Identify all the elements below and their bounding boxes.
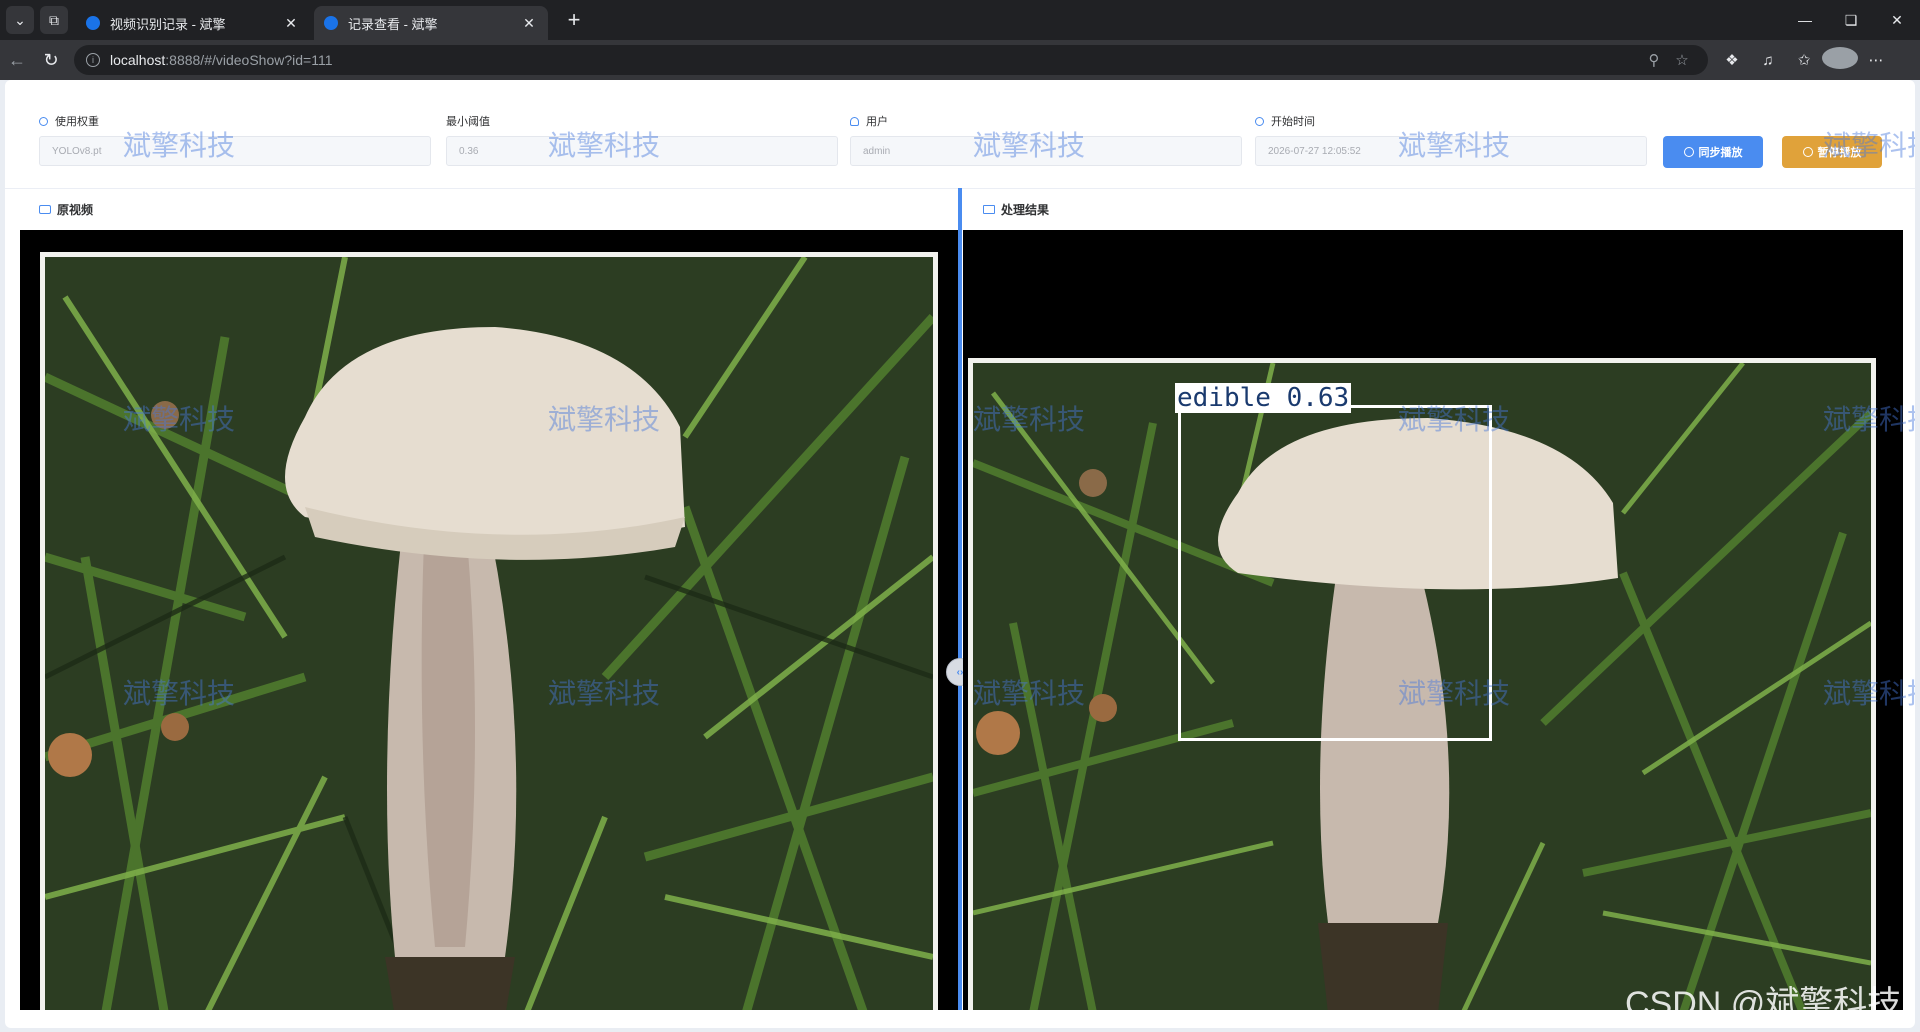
- detection-label: edible 0.63: [1175, 383, 1352, 413]
- bookmark-star-icon[interactable]: ☆: [1668, 51, 1696, 69]
- browser-tools: ❖ ♫ ✩ ⋯: [1714, 47, 1894, 73]
- weight-icon: [39, 116, 48, 126]
- tab-title: 记录查看 - 斌擎: [348, 16, 438, 32]
- result-video-frame: edible 0.63: [968, 358, 1876, 1010]
- threshold-input[interactable]: 0.36: [446, 136, 838, 166]
- original-video-frame: [40, 252, 938, 1010]
- sync-play-button[interactable]: 同步播放: [1663, 136, 1763, 168]
- monitor-icon: [983, 204, 995, 214]
- workspaces-icon[interactable]: ⧉: [40, 6, 68, 34]
- close-tab-icon[interactable]: ✕: [520, 15, 538, 32]
- browser-tab-view[interactable]: 记录查看 - 斌擎 ✕: [314, 6, 548, 40]
- detected-mushroom-image: edible 0.63: [973, 363, 1871, 1010]
- play-circle-icon: [1683, 147, 1694, 157]
- start-time-input[interactable]: 2026-07-27 12:05:52: [1255, 136, 1647, 166]
- result-video-player[interactable]: edible 0.63: [963, 230, 1903, 1010]
- original-video-player[interactable]: [20, 230, 962, 1010]
- browser-tab-bar: ⌄ ⧉ 视频识别记录 - 斌擎 ✕ 记录查看 - 斌擎 ✕ + — ❏ ✕: [0, 0, 1920, 40]
- split-divider[interactable]: [958, 188, 962, 1010]
- original-video-header: 原视频: [39, 188, 93, 230]
- user-icon: [850, 116, 859, 126]
- profile-avatar[interactable]: [1822, 47, 1858, 73]
- start-time-label: 开始时间: [1255, 114, 1647, 128]
- result-header: 处理结果: [983, 188, 1049, 230]
- video-camera-icon: [39, 204, 51, 214]
- record-info-form: 使用权重 YOLOv8.pt 最小阈值 0.36 用户 admin 开始时间 2…: [5, 80, 1915, 188]
- pause-circle-icon: [1802, 147, 1813, 157]
- window-controls: — ❏ ✕: [1782, 0, 1920, 40]
- zoom-icon[interactable]: ⚲: [1640, 51, 1668, 69]
- address-toolbar: ← ↻ i localhost:8888/#/videoShow?id=111 …: [0, 40, 1920, 80]
- restore-icon[interactable]: ❏: [1828, 0, 1874, 40]
- clock-icon: [1255, 116, 1264, 126]
- url-text: localhost:8888/#/videoShow?id=111: [110, 52, 333, 68]
- user-field: 用户 admin: [850, 114, 1242, 166]
- detection-bounding-box: [1178, 405, 1492, 741]
- close-window-icon[interactable]: ✕: [1874, 0, 1920, 40]
- back-icon[interactable]: ←: [0, 50, 34, 71]
- extensions-icon[interactable]: ❖: [1714, 51, 1750, 69]
- csdn-watermark: CSDN @斌擎科技: [1625, 985, 1902, 1023]
- user-input[interactable]: admin: [850, 136, 1242, 166]
- weight-input[interactable]: YOLOv8.pt: [39, 136, 431, 166]
- tab-list-icon[interactable]: ⌄: [6, 6, 34, 34]
- start-time-field: 开始时间 2026-07-27 12:05:52: [1255, 114, 1647, 166]
- site-info-icon[interactable]: i: [86, 53, 100, 67]
- address-input[interactable]: i localhost:8888/#/videoShow?id=111 ⚲ ☆: [74, 45, 1708, 75]
- media-icon[interactable]: ♫: [1750, 52, 1786, 69]
- favorites-icon[interactable]: ✩: [1786, 51, 1822, 69]
- new-tab-icon[interactable]: +: [562, 7, 586, 33]
- threshold-label: 最小阈值: [446, 116, 490, 128]
- more-menu-icon[interactable]: ⋯: [1858, 51, 1894, 69]
- user-label: 用户: [850, 114, 1242, 128]
- pause-play-button[interactable]: 暂停播放: [1782, 136, 1882, 168]
- weight-label: 使用权重: [39, 114, 431, 128]
- browser-tab-records[interactable]: 视频识别记录 - 斌擎 ✕: [76, 6, 310, 40]
- tab-favicon-icon: [86, 16, 100, 30]
- tab-title: 视频识别记录 - 斌擎: [110, 16, 226, 32]
- tab-favicon-icon: [324, 16, 338, 30]
- weight-field: 使用权重 YOLOv8.pt: [39, 114, 431, 166]
- threshold-field: 最小阈值 0.36: [446, 114, 838, 166]
- reload-icon[interactable]: ↻: [34, 50, 68, 71]
- mushroom-image: [45, 257, 933, 1010]
- page-content: 使用权重 YOLOv8.pt 最小阈值 0.36 用户 admin 开始时间 2…: [5, 80, 1915, 1028]
- minimize-icon[interactable]: —: [1782, 0, 1828, 40]
- close-tab-icon[interactable]: ✕: [282, 15, 300, 32]
